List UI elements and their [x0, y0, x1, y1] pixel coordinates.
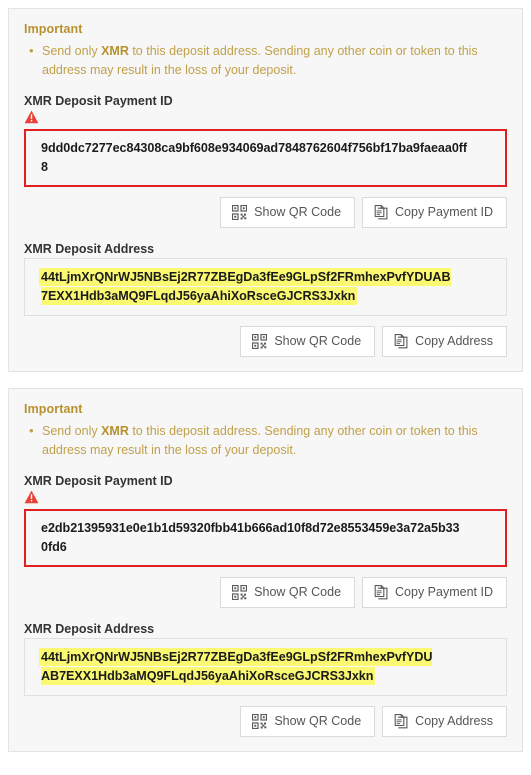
copy-icon — [374, 205, 388, 220]
qr-code-icon — [252, 334, 268, 349]
deposit-address-label: XMR Deposit Address — [24, 242, 155, 256]
deposit-page: Important Send only XMR to this deposit … — [0, 0, 531, 775]
payment-id-warning-row — [24, 110, 507, 127]
deposit-card: Important Send only XMR to this deposit … — [8, 388, 523, 752]
copy-address-button-label: Copy Address — [415, 714, 493, 729]
payment-id-value[interactable]: e2db21395931e0e1b1d59320fbb41b666ad10f8d… — [41, 519, 461, 557]
important-bullet-list: Send only XMR to this deposit address. S… — [24, 421, 507, 460]
deposit-address-value[interactable]: 44tLjmXrQNrWJ5NBsEj2R77ZBEgDa3fEe9GLpSf2… — [41, 270, 451, 303]
warning-triangle-icon — [24, 490, 39, 508]
copy-icon — [374, 585, 388, 600]
copy-address-button-label: Copy Address — [415, 334, 493, 349]
payment-id-label: XMR Deposit Payment ID — [24, 94, 173, 108]
qr-code-icon — [232, 585, 248, 600]
show-qr-code-button[interactable]: Show QR Code — [220, 197, 356, 228]
copy-address-button[interactable]: Copy Address — [382, 326, 507, 357]
list-item: Send only XMR to this deposit address. S… — [24, 41, 507, 80]
deposit-address-button-row: Show QR Code Copy Address — [24, 326, 507, 357]
copy-payment-id-button[interactable]: Copy Payment ID — [362, 197, 507, 228]
important-notice: Important Send only XMR to this deposit … — [24, 402, 507, 460]
copy-address-button[interactable]: Copy Address — [382, 706, 507, 737]
important-title: Important — [24, 22, 83, 36]
bullet-text-coin: XMR — [101, 424, 129, 438]
deposit-address-value-box: 44tLjmXrQNrWJ5NBsEj2R77ZBEgDa3fEe9GLpSf2… — [24, 258, 507, 316]
copy-icon — [394, 714, 408, 729]
show-qr-code-button[interactable]: Show QR Code — [220, 577, 356, 608]
payment-id-value[interactable]: 9dd0dc7277ec84308ca9bf608e934069ad784876… — [41, 139, 473, 177]
qr-code-icon — [252, 714, 268, 729]
payment-id-button-row: Show QR Code Copy Payment ID — [24, 197, 507, 228]
copy-payment-id-button-label: Copy Payment ID — [395, 205, 493, 220]
show-qr-code-button-label: Show QR Code — [254, 585, 342, 600]
show-qr-code-button-label: Show QR Code — [254, 205, 342, 220]
bullet-text-coin: XMR — [101, 44, 129, 58]
deposit-address-value-box: 44tLjmXrQNrWJ5NBsEj2R77ZBEgDa3fEe9GLpSf2… — [24, 638, 507, 696]
bullet-text-prefix: Send only — [42, 424, 102, 438]
show-qr-code-button-label: Show QR Code — [274, 334, 362, 349]
important-bullet-list: Send only XMR to this deposit address. S… — [24, 41, 507, 80]
payment-id-value-box: e2db21395931e0e1b1d59320fbb41b666ad10f8d… — [24, 509, 507, 567]
show-qr-code-button-label: Show QR Code — [274, 714, 362, 729]
show-qr-code-button[interactable]: Show QR Code — [240, 326, 376, 357]
deposit-card: Important Send only XMR to this deposit … — [8, 8, 523, 372]
important-notice: Important Send only XMR to this deposit … — [24, 22, 507, 80]
deposit-address-label: XMR Deposit Address — [24, 622, 155, 636]
important-title: Important — [24, 402, 83, 416]
qr-code-icon — [232, 205, 248, 220]
payment-id-value-box: 9dd0dc7277ec84308ca9bf608e934069ad784876… — [24, 129, 507, 187]
deposit-address-button-row: Show QR Code Copy Address — [24, 706, 507, 737]
bullet-text-prefix: Send only — [42, 44, 102, 58]
payment-id-label: XMR Deposit Payment ID — [24, 474, 173, 488]
deposit-address-value[interactable]: 44tLjmXrQNrWJ5NBsEj2R77ZBEgDa3fEe9GLpSf2… — [41, 650, 432, 683]
payment-id-warning-row — [24, 490, 507, 507]
copy-icon — [394, 334, 408, 349]
copy-payment-id-button-label: Copy Payment ID — [395, 585, 493, 600]
copy-payment-id-button[interactable]: Copy Payment ID — [362, 577, 507, 608]
list-item: Send only XMR to this deposit address. S… — [24, 421, 507, 460]
payment-id-button-row: Show QR Code Copy Payment ID — [24, 577, 507, 608]
warning-triangle-icon — [24, 110, 39, 128]
show-qr-code-button[interactable]: Show QR Code — [240, 706, 376, 737]
